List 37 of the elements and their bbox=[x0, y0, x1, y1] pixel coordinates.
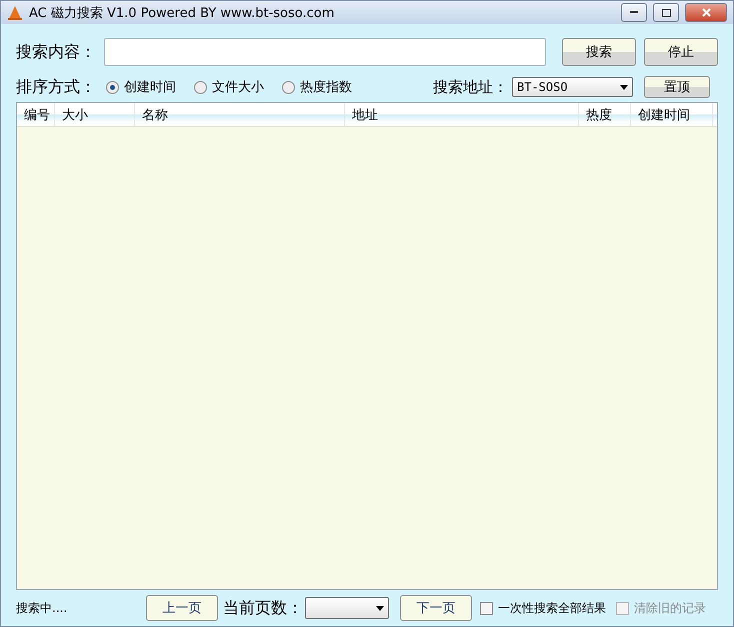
sort-radio[interactable]: 创建时间 bbox=[106, 78, 176, 96]
close-icon bbox=[702, 8, 710, 17]
minimize-icon bbox=[630, 11, 638, 14]
radio-dot[interactable] bbox=[282, 80, 295, 94]
checkbox-square[interactable] bbox=[480, 602, 493, 614]
search-field[interactable] bbox=[104, 38, 546, 66]
sort-radio[interactable]: 热度指数 bbox=[282, 78, 352, 96]
column-header[interactable]: 地址 bbox=[345, 103, 579, 126]
status-text: 搜索中.... bbox=[16, 600, 68, 616]
maximize-icon bbox=[662, 8, 670, 16]
sort-label: 排序方式： bbox=[16, 76, 96, 98]
search-button[interactable]: 搜索 bbox=[562, 38, 636, 66]
next-page-button[interactable]: 下一页 bbox=[400, 595, 472, 621]
column-header[interactable]: 大小 bbox=[55, 103, 135, 126]
close-button[interactable] bbox=[685, 3, 727, 22]
prev-page-button[interactable]: 上一页 bbox=[146, 595, 218, 621]
page-label: 当前页数： bbox=[223, 598, 303, 618]
caret-icon bbox=[376, 606, 384, 610]
pin-top-button[interactable]: 置顶 bbox=[644, 76, 710, 98]
column-header[interactable]: 编号 bbox=[17, 103, 55, 126]
column-header[interactable]: 热度 bbox=[579, 103, 631, 126]
source-dropdown[interactable]: BT-SOSO bbox=[512, 77, 633, 97]
minimize-button[interactable] bbox=[621, 3, 647, 22]
sort-radio[interactable]: 文件大小 bbox=[194, 78, 264, 96]
window-title: AC 磁力搜索 V1.0 Powered BY www.bt-soso.com bbox=[29, 4, 336, 22]
column-header[interactable]: 创建时间 bbox=[631, 103, 713, 126]
option-checkbox[interactable]: 一次性搜索全部结果 bbox=[480, 600, 606, 616]
caret-icon bbox=[620, 84, 628, 90]
search-label: 搜索内容： bbox=[16, 42, 96, 62]
page-dropdown[interactable] bbox=[305, 597, 389, 619]
cone-icon bbox=[7, 4, 23, 20]
radio-dot[interactable] bbox=[106, 80, 119, 94]
stop-button[interactable]: 停止 bbox=[644, 38, 718, 66]
source-label: 搜索地址： bbox=[433, 78, 508, 96]
radio-dot[interactable] bbox=[194, 80, 207, 94]
column-header[interactable]: 名称 bbox=[135, 103, 345, 126]
maximize-button[interactable] bbox=[653, 3, 679, 22]
